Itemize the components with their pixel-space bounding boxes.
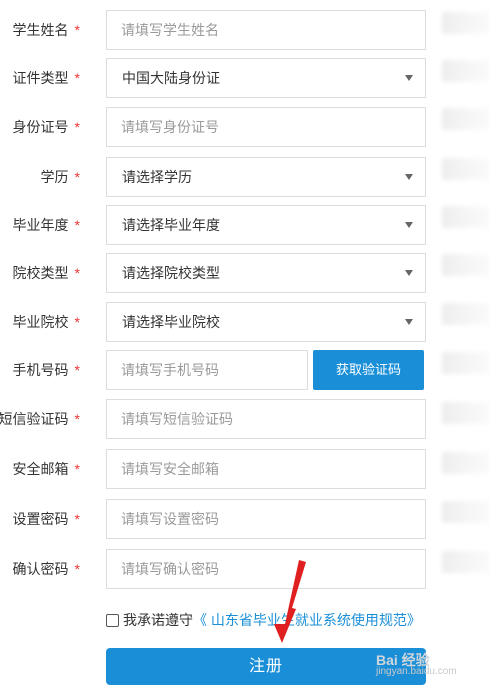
form-row-graduation-year: 毕业年度 * 请选择毕业年度 <box>0 205 490 245</box>
school-type-select[interactable]: 请选择院校类型 <box>106 253 426 293</box>
required-mark: * <box>74 119 80 135</box>
password-field[interactable] <box>106 499 426 539</box>
blurred-content <box>442 303 490 325</box>
agreement-row: 我承诺遵守《 山东省毕业生就业系统使用规范》 <box>106 610 421 630</box>
form-row-student-name: 学生姓名 * <box>0 10 490 50</box>
required-mark: * <box>74 169 80 185</box>
id-type-value: 中国大陆身份证 <box>122 70 220 86</box>
blurred-content <box>442 352 490 374</box>
phone-field[interactable] <box>106 350 308 390</box>
school-type-value: 请选择院校类型 <box>122 265 220 281</box>
required-mark: * <box>74 22 80 38</box>
education-label: 学历 * <box>40 169 80 185</box>
caret-down-icon <box>405 222 413 228</box>
required-mark: * <box>74 561 80 577</box>
form-row-password: 设置密码 * <box>0 499 490 539</box>
phone-label: 手机号码 * <box>12 362 80 378</box>
id-type-label: 证件类型 * <box>12 70 80 86</box>
sms-code-field[interactable] <box>106 399 426 439</box>
agreement-checkbox[interactable] <box>106 614 119 627</box>
required-mark: * <box>74 70 80 86</box>
required-mark: * <box>74 217 80 233</box>
password-label: 设置密码 * <box>12 511 80 527</box>
id-type-select[interactable]: 中国大陆身份证 <box>106 58 426 98</box>
student-name-label: 学生姓名 * <box>12 22 80 38</box>
email-label: 安全邮箱 * <box>12 461 80 477</box>
blurred-content <box>442 551 490 573</box>
form-row-education: 学历 * 请选择学历 <box>0 157 490 197</box>
confirm-password-label: 确认密码 * <box>12 561 80 577</box>
student-name-input[interactable] <box>107 11 425 49</box>
form-row-school-type: 院校类型 * 请选择院校类型 <box>0 253 490 293</box>
form-row-confirm-password: 确认密码 * <box>0 549 490 589</box>
caret-down-icon <box>405 174 413 180</box>
email-field[interactable] <box>106 449 426 489</box>
school-value: 请选择毕业院校 <box>122 314 220 330</box>
caret-down-icon <box>405 75 413 81</box>
watermark-url: jingyan.baidu.com <box>376 666 457 677</box>
form-row-phone: 手机号码* 获取验证码 <box>0 350 490 390</box>
education-select[interactable]: 请选择学历 <box>106 157 426 197</box>
agreement-link[interactable]: 《 山东省毕业生就业系统使用规范》 <box>193 612 421 628</box>
sms-code-label: 短信验证码 * <box>0 411 80 427</box>
id-number-input[interactable] <box>107 108 425 146</box>
caret-down-icon <box>405 319 413 325</box>
blurred-content <box>442 158 490 180</box>
school-type-label: 院校类型 * <box>12 265 80 281</box>
required-mark: * <box>74 265 80 281</box>
required-mark: * <box>74 362 80 378</box>
form-row-sms-code: 短信验证码 * <box>0 399 490 439</box>
id-number-field[interactable] <box>106 107 426 147</box>
required-mark: * <box>74 461 80 477</box>
confirm-password-field[interactable] <box>106 549 426 589</box>
phone-input[interactable] <box>107 351 307 389</box>
school-select[interactable]: 请选择毕业院校 <box>106 302 426 342</box>
required-mark: * <box>74 411 80 427</box>
student-name-field[interactable] <box>106 10 426 50</box>
get-code-button[interactable]: 获取验证码 <box>313 350 424 390</box>
form-row-id-number: 身份证号 * <box>0 107 490 147</box>
blurred-content <box>442 452 490 474</box>
confirm-password-input[interactable] <box>107 550 425 588</box>
blurred-content <box>442 108 490 130</box>
blurred-content <box>442 254 490 276</box>
form-row-school: 毕业院校 * 请选择毕业院校 <box>0 302 490 342</box>
id-number-label: 身份证号 * <box>12 119 80 135</box>
education-value: 请选择学历 <box>122 169 192 185</box>
form-row-email: 安全邮箱 * <box>0 449 490 489</box>
required-mark: * <box>74 314 80 330</box>
graduation-year-select[interactable]: 请选择毕业年度 <box>106 205 426 245</box>
graduation-year-label: 毕业年度 * <box>12 217 80 233</box>
blurred-content <box>442 12 490 34</box>
sms-code-input[interactable] <box>107 400 425 438</box>
caret-down-icon <box>405 270 413 276</box>
blurred-content <box>442 60 490 82</box>
blurred-content <box>442 501 490 523</box>
blurred-content <box>442 206 490 228</box>
required-mark: * <box>74 511 80 527</box>
school-label: 毕业院校 * <box>12 314 80 330</box>
agreement-text: 我承诺遵守 <box>123 612 193 628</box>
baidu-watermark: Bai 经验 jingyan.baidu.com <box>376 650 457 677</box>
blurred-content <box>442 402 490 424</box>
form-row-id-type: 证件类型 * 中国大陆身份证 <box>0 58 490 98</box>
email-input[interactable] <box>107 450 425 488</box>
graduation-year-value: 请选择毕业年度 <box>122 217 220 233</box>
password-input[interactable] <box>107 500 425 538</box>
